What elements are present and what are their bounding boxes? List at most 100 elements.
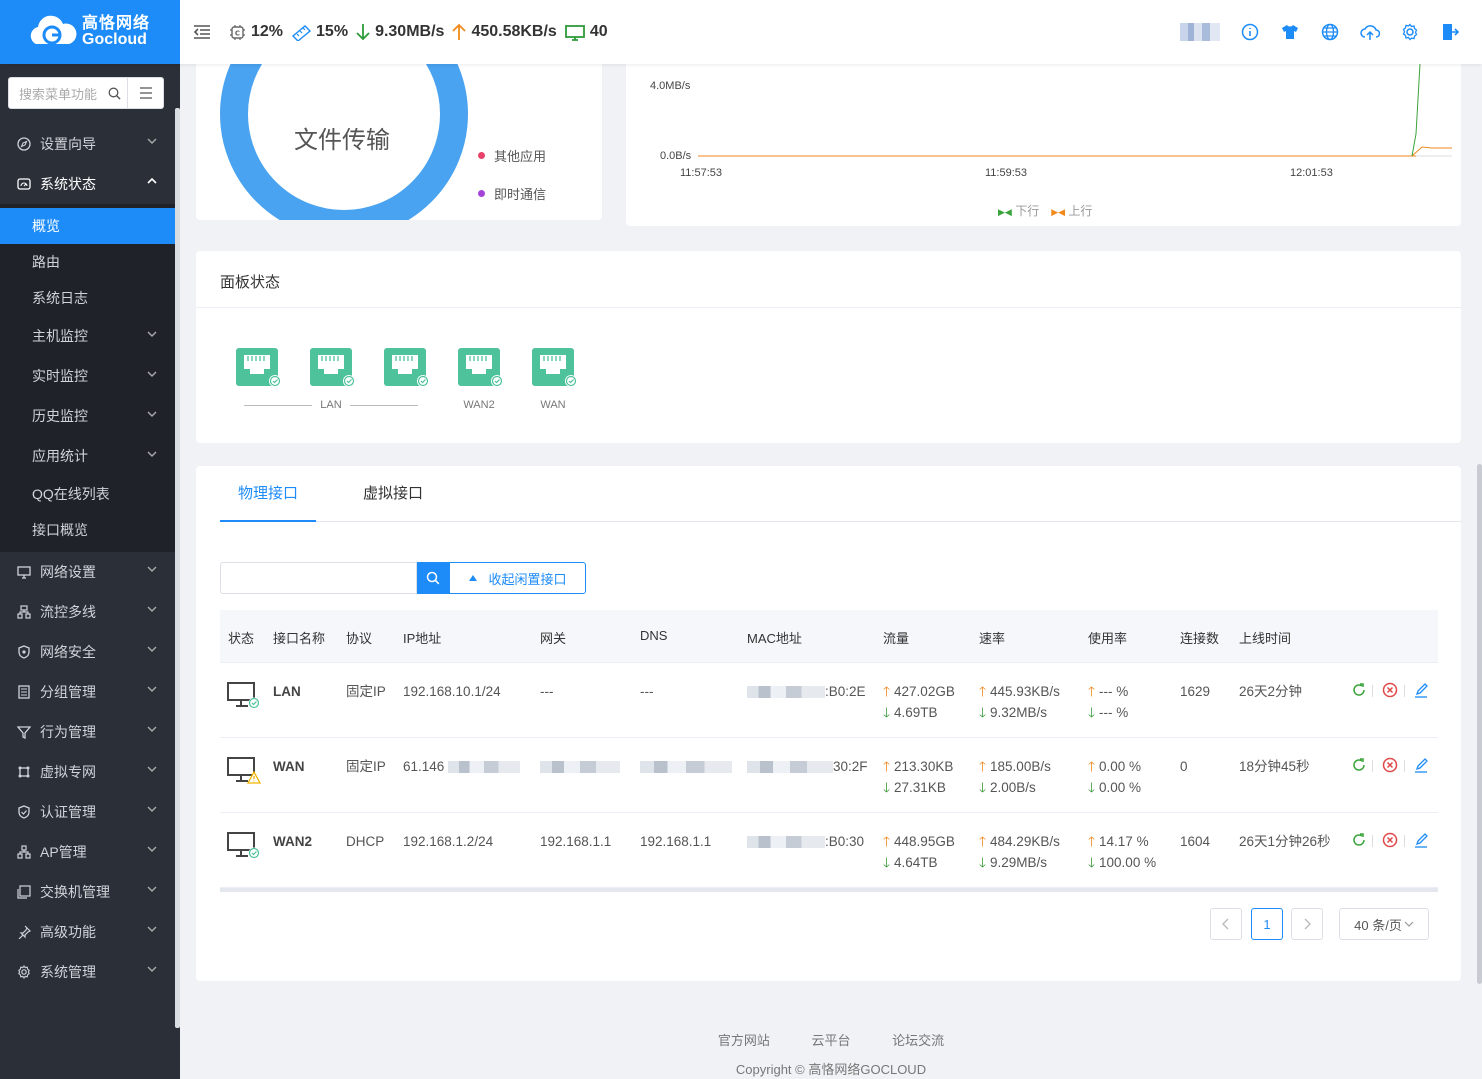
- legend-item[interactable]: 其他: [478, 212, 546, 220]
- sidebar-item-route[interactable]: 路由: [0, 244, 175, 280]
- interface-dns: ---: [640, 684, 654, 699]
- tab-physical[interactable]: 物理接口: [220, 466, 316, 522]
- legend-item-up[interactable]: ▶◀ 上行: [1051, 202, 1092, 219]
- sidebar-item-label: 流控多线: [40, 604, 96, 620]
- chevron-down-icon: [147, 806, 157, 812]
- next-page-button[interactable]: [1291, 908, 1323, 940]
- sidebar-item-network-settings[interactable]: 网络设置: [0, 552, 175, 592]
- col-header: 连接数: [1180, 631, 1220, 646]
- sidebar-item-network-security[interactable]: 网络安全: [0, 632, 175, 672]
- sidebar-item-flow-control[interactable]: 流控多线: [0, 592, 175, 632]
- refresh-icon[interactable]: [1350, 756, 1368, 774]
- info-button[interactable]: [1230, 12, 1270, 52]
- logout-button[interactable]: [1430, 12, 1470, 52]
- sidebar-item-history-monitor[interactable]: 历史监控: [0, 396, 175, 436]
- lan-port-1[interactable]: [236, 346, 281, 390]
- prev-page-button[interactable]: [1210, 908, 1242, 940]
- tab-virtual[interactable]: 虚拟接口: [363, 466, 423, 522]
- page-number-button[interactable]: 1: [1251, 908, 1283, 940]
- col-header: 状态: [228, 631, 255, 646]
- interface-gateway: ---: [540, 684, 554, 699]
- page-size-select[interactable]: 40 条/页: [1339, 908, 1429, 940]
- sidebar-item-system-management[interactable]: 系统管理: [0, 952, 175, 992]
- footer-link-forum[interactable]: 论坛交流: [892, 1033, 944, 1048]
- edit-icon[interactable]: [1412, 756, 1430, 774]
- menu-search-input[interactable]: 搜索菜单功能: [8, 77, 128, 109]
- interface-up-icon: [227, 832, 260, 859]
- lan-port-2[interactable]: [310, 346, 355, 390]
- disconnect-icon[interactable]: [1381, 831, 1399, 849]
- sidebar-item-group-management[interactable]: 分组管理: [0, 672, 175, 712]
- sidebar-item-realtime-monitor[interactable]: 实时监控: [0, 356, 175, 396]
- legend-item-down[interactable]: ▶◀ 下行: [998, 202, 1039, 219]
- search-icon[interactable]: [108, 87, 121, 100]
- sidebar-item-host-monitor[interactable]: 主机监控: [0, 316, 175, 356]
- sidebar-item-interface-overview[interactable]: 接口概览: [0, 512, 175, 548]
- menu-list-button[interactable]: [128, 77, 164, 109]
- download-rate: 9.30MB/s: [375, 23, 445, 40]
- cpu-icon: C: [230, 24, 245, 40]
- sidebar-item-label: 认证管理: [40, 804, 96, 820]
- sidebar-item-app-stats[interactable]: 应用统计: [0, 436, 175, 476]
- sidebar-item-auth-management[interactable]: 认证管理: [0, 792, 175, 832]
- legend-item[interactable]: 即时通信: [478, 174, 546, 212]
- usage-down: 0.00 %: [1099, 780, 1142, 795]
- collapse-idle-button[interactable]: 收起闲置接口: [449, 562, 586, 594]
- wan2-port[interactable]: [458, 346, 503, 390]
- language-button[interactable]: [1310, 12, 1350, 52]
- interface-rate: 🡑 185.00B/s 🡓 2.00B/s: [979, 759, 1051, 795]
- panel-status-card: 面板状态 LAN WAN2 WAN: [196, 251, 1461, 443]
- legend-item[interactable]: 其他应用: [478, 136, 546, 174]
- sidebar-item-advanced[interactable]: 高级功能: [0, 912, 175, 952]
- interface-uptime: 18分钟45秒: [1239, 759, 1310, 774]
- dashboard-icon: [17, 178, 31, 190]
- mac-tail: 30:2F: [833, 759, 868, 774]
- sidebar-item-ap-management[interactable]: AP管理: [0, 832, 175, 872]
- traffic-up: 427.02GB: [894, 684, 955, 699]
- upgrade-button[interactable]: [1350, 12, 1390, 52]
- skin-button[interactable]: [1270, 12, 1310, 52]
- sidebar-item-vpn[interactable]: 虚拟专网: [0, 752, 175, 792]
- disconnect-icon[interactable]: [1381, 756, 1399, 774]
- interface-filter-input[interactable]: [220, 562, 417, 594]
- sidebar-item-system-status[interactable]: 系统状态: [0, 164, 175, 204]
- interface-mac: :B0:30: [747, 831, 864, 852]
- col-header: MAC地址: [747, 631, 802, 646]
- refresh-icon[interactable]: [1350, 831, 1368, 849]
- sidebar-collapse-icon[interactable]: [192, 22, 212, 42]
- disconnect-icon[interactable]: [1381, 681, 1399, 699]
- settings-button[interactable]: [1390, 12, 1430, 52]
- col-header: 接口名称: [273, 631, 326, 646]
- interface-search-button[interactable]: [417, 562, 449, 594]
- sidebar-item-system-log[interactable]: 系统日志: [0, 280, 175, 316]
- sidebar-item-setup-wizard[interactable]: 设置向导: [0, 124, 175, 164]
- cpu-usage: 12%: [251, 23, 284, 40]
- refresh-icon[interactable]: [1350, 681, 1368, 699]
- panel-status-title: 面板状态: [196, 251, 1461, 308]
- brand-logo[interactable]: 高恪网络 Gocloud: [0, 0, 180, 64]
- footer-link-cloud[interactable]: 云平台: [811, 1033, 850, 1048]
- page-scrollbar[interactable]: [1477, 464, 1482, 984]
- footer-link-official[interactable]: 官方网站: [718, 1033, 770, 1048]
- legend-label: 下行: [1015, 204, 1040, 218]
- group-icon: [18, 685, 30, 699]
- table-horizontal-scrollbar[interactable]: [220, 888, 1438, 892]
- interface-traffic: 🡑 213.30KB 🡓 27.31KB: [883, 759, 954, 795]
- gear-icon: [1402, 23, 1418, 41]
- sidebar-item-overview[interactable]: 概览: [0, 208, 175, 244]
- chevron-right-icon: [1304, 918, 1311, 930]
- sidebar-item-behavior-management[interactable]: 行为管理: [0, 712, 175, 752]
- ethernet-port-icon: [532, 348, 577, 387]
- sidebar-item-qq-online[interactable]: QQ在线列表: [0, 476, 175, 512]
- chevron-down-icon: [147, 846, 157, 852]
- edit-icon[interactable]: [1412, 681, 1430, 699]
- col-header: 协议: [346, 631, 373, 646]
- user-avatar[interactable]: [1180, 23, 1220, 41]
- sidebar-item-switch-management[interactable]: 交换机管理: [0, 872, 175, 912]
- interface-gateway: [540, 756, 620, 777]
- edit-icon[interactable]: [1412, 831, 1430, 849]
- lan-port-3[interactable]: [384, 346, 429, 390]
- col-header: IP地址: [403, 631, 442, 646]
- chevron-up-icon: [147, 178, 157, 184]
- wan-port[interactable]: [532, 346, 577, 390]
